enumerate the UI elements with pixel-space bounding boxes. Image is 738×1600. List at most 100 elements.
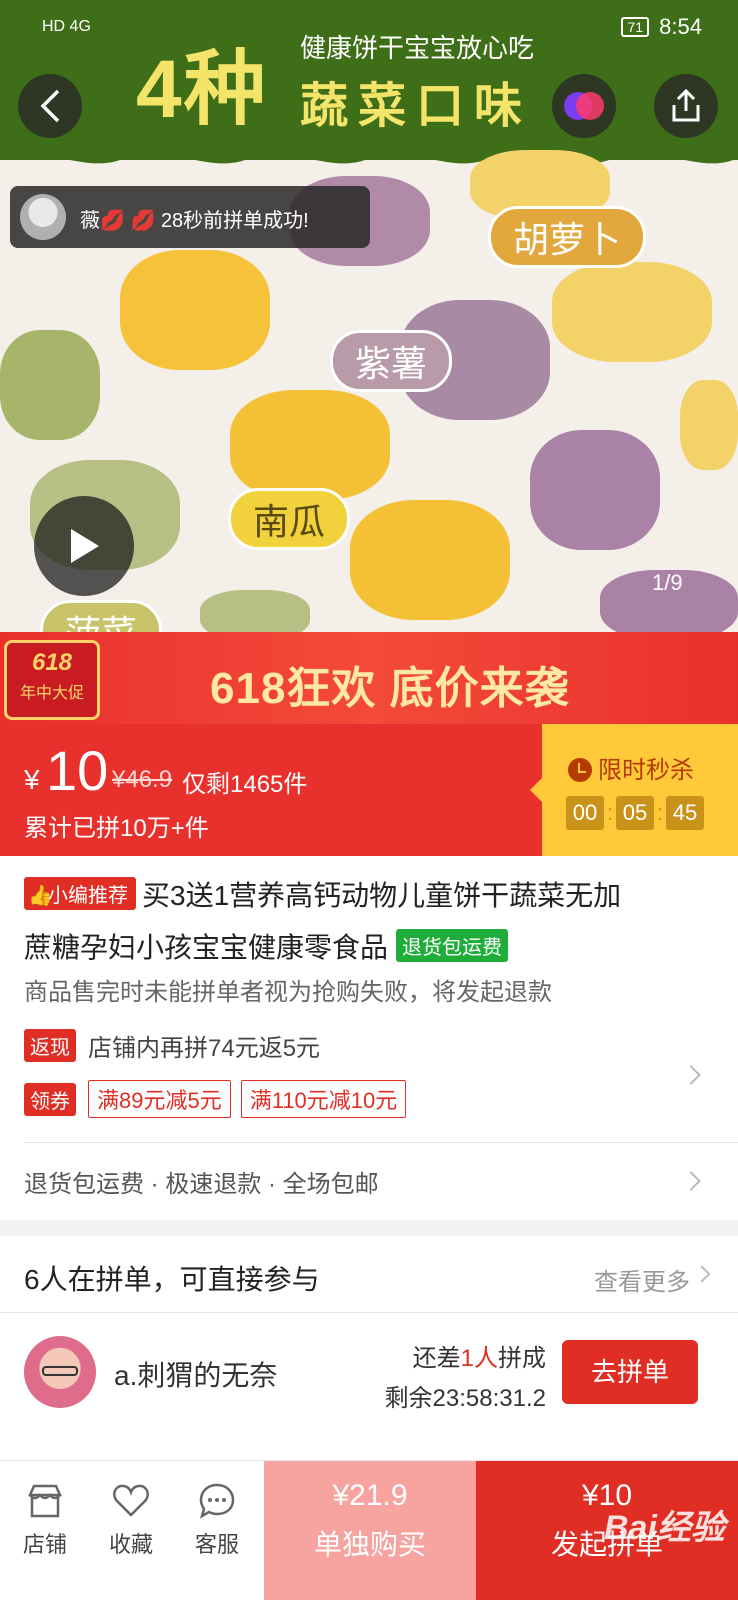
- back-button[interactable]: [18, 74, 82, 138]
- store-nav[interactable]: 店铺: [0, 1481, 90, 1559]
- video-play-button[interactable]: [34, 496, 134, 596]
- group-need-text: 还差1人拼成: [413, 1338, 546, 1373]
- coupon-2[interactable]: 满110元减10元: [240, 1080, 407, 1118]
- view-more-link[interactable]: 查看更多: [594, 1262, 690, 1297]
- product-image-carousel[interactable]: 4种 健康饼干宝宝放心吃 蔬菜口味 胡萝卜 紫薯 南瓜 菠菜 HD 4G 71 …: [0, 0, 738, 645]
- notification-message: 28秒前拼单成功!: [160, 210, 309, 232]
- network-indicator: HD 4G: [42, 18, 91, 35]
- play-icon: [71, 529, 99, 563]
- need-suffix: 拼成: [498, 1345, 546, 1372]
- timer-colon: :: [606, 800, 614, 825]
- product-title-text1: 买3送1营养高钙动物儿童饼干蔬菜无加: [142, 880, 622, 911]
- baidu-watermark: Bai经验: [604, 1509, 725, 1547]
- price-band: ¥ 10 ¥46.9 仅剩1465件 累计已拼10万+件 限时秒杀 00 : 0…: [0, 724, 738, 856]
- favorite-nav[interactable]: 收藏: [86, 1481, 176, 1559]
- stock-remaining: 仅剩1465件: [182, 771, 308, 798]
- brand-logo-icon: [564, 92, 604, 120]
- chevron-left-icon: [40, 89, 60, 123]
- avatar: [20, 194, 66, 240]
- coupon-1[interactable]: 满89元减5元: [88, 1080, 231, 1118]
- editor-recommend-label: 小编推荐: [48, 885, 128, 907]
- product-title-line2: 蔗糖孕妇小孩宝宝健康零食品 退货包运费: [24, 926, 509, 966]
- app-logo-button[interactable]: [552, 74, 616, 138]
- cookie-image: [552, 262, 712, 362]
- cookie-image: [350, 500, 510, 620]
- group-leader-name: a.刺猬的无奈: [114, 1360, 278, 1391]
- group-buy-title: 6人在拼单，可直接参与: [24, 1264, 320, 1295]
- join-group-button[interactable]: 去拼单: [562, 1340, 698, 1404]
- coupon-tag: 领券: [24, 1082, 76, 1116]
- refund-notice: 商品售完时未能拼单者视为抢购失败，将发起退款: [24, 979, 552, 1006]
- chevron-right-icon[interactable]: [681, 1171, 701, 1191]
- flash-sale-title: 限时秒杀: [568, 750, 694, 785]
- chat-bubble-icon: [199, 1483, 235, 1519]
- share-icon: [672, 89, 700, 122]
- promo-banner[interactable]: 618 年中大促 618狂欢 底价来袭: [0, 632, 738, 724]
- store-label: 店铺: [22, 1532, 67, 1557]
- flash-sale-label: 限时秒杀: [598, 757, 694, 784]
- battery-icon: 71: [621, 17, 650, 37]
- heart-icon: [113, 1484, 149, 1517]
- timer-minutes: 05: [616, 796, 654, 830]
- current-price: 10: [46, 739, 109, 802]
- banner-wave: [0, 140, 738, 164]
- avatar: [24, 1336, 96, 1408]
- clock: 8:54: [659, 14, 702, 39]
- product-title-text2: 蔗糖孕妇小孩宝宝健康零食品: [24, 932, 389, 963]
- editor-recommend-badge: 👍小编推荐: [24, 877, 136, 910]
- divider: [0, 1312, 738, 1313]
- cashback-row[interactable]: 返现 店铺内再拼74元返5元: [24, 1028, 320, 1063]
- group-buy-section: 6人在拼单，可直接参与 查看更多 a.刺猬的无奈 还差1人拼成 剩余23:58:…: [0, 1236, 738, 1460]
- avatar-glasses: [42, 1366, 78, 1376]
- customer-service-nav[interactable]: 客服: [172, 1481, 262, 1559]
- notification-text: 薇💋 💋 28秒前拼单成功!: [80, 204, 309, 233]
- alarm-clock-icon: [568, 758, 592, 782]
- status-right: 71 8:54: [621, 14, 702, 40]
- notification-user: 薇💋 💋: [80, 210, 156, 232]
- coupon-row[interactable]: 领券 满89元减5元 满110元减10元: [24, 1080, 416, 1118]
- product-title-line1: 👍小编推荐 买3送1营养高钙动物儿童饼干蔬菜无加: [24, 874, 621, 914]
- thumbs-up-icon: 👍: [28, 885, 53, 907]
- timer-hours: 00: [566, 796, 604, 830]
- group-success-notification: 薇💋 💋 28秒前拼单成功!: [10, 186, 370, 248]
- timer-colon: :: [656, 800, 664, 825]
- flash-notch: [530, 778, 542, 802]
- promo-badge-number: 618: [31, 649, 73, 676]
- service-guarantees[interactable]: 退货包运费 · 极速退款 · 全场包邮: [24, 1164, 379, 1199]
- cookie-image: [680, 380, 738, 470]
- customer-service-label: 客服: [194, 1532, 239, 1557]
- free-return-tag: 退货包运费: [396, 929, 509, 962]
- label-purple-potato: 紫薯: [330, 330, 453, 392]
- original-price: ¥46.9: [112, 766, 173, 793]
- label-carrot: 胡萝卜: [488, 206, 647, 268]
- flash-sale-panel: 限时秒杀 00 : 05 : 45: [530, 724, 738, 856]
- promo-badge: 618 年中大促: [4, 640, 100, 720]
- status-bar: HD 4G 71 8:54: [0, 0, 738, 56]
- cookie-image: [230, 390, 390, 500]
- price-currency: ¥: [24, 764, 40, 795]
- image-counter: 1/9: [652, 570, 683, 595]
- buy-alone-price: ¥21.9: [332, 1479, 408, 1512]
- product-info: 👍小编推荐 买3送1营养高钙动物儿童饼干蔬菜无加 蔗糖孕妇小孩宝宝健康零食品 退货包…: [0, 856, 738, 1220]
- cookie-image: [0, 330, 100, 440]
- timer-seconds: 45: [666, 796, 704, 830]
- chevron-right-icon[interactable]: [693, 1265, 711, 1283]
- sold-count: 累计已拼10万+件: [24, 815, 209, 842]
- share-button[interactable]: [654, 74, 718, 138]
- divider: [24, 1142, 738, 1143]
- promo-badge-text: 年中大促: [19, 685, 84, 702]
- chevron-right-icon[interactable]: [681, 1065, 701, 1085]
- label-pumpkin: 南瓜: [228, 488, 351, 550]
- cookie-image: [530, 430, 660, 550]
- countdown-timer: 00 : 05 : 45: [566, 796, 704, 830]
- group-time-remaining: 剩余23:58:31.2: [384, 1385, 546, 1412]
- need-prefix: 还差: [412, 1345, 461, 1372]
- buy-alone-label: 单独购买: [313, 1529, 426, 1560]
- banner-mid-text: 蔬菜口味: [300, 80, 533, 133]
- cashback-tag: 返现: [24, 1029, 76, 1062]
- need-count: 1人: [460, 1345, 498, 1372]
- cashback-text: 店铺内再拼74元返5元: [88, 1035, 321, 1062]
- favorite-label: 收藏: [108, 1532, 153, 1557]
- store-icon: [28, 1484, 62, 1518]
- buy-alone-button[interactable]: ¥21.9 单独购买: [264, 1461, 476, 1600]
